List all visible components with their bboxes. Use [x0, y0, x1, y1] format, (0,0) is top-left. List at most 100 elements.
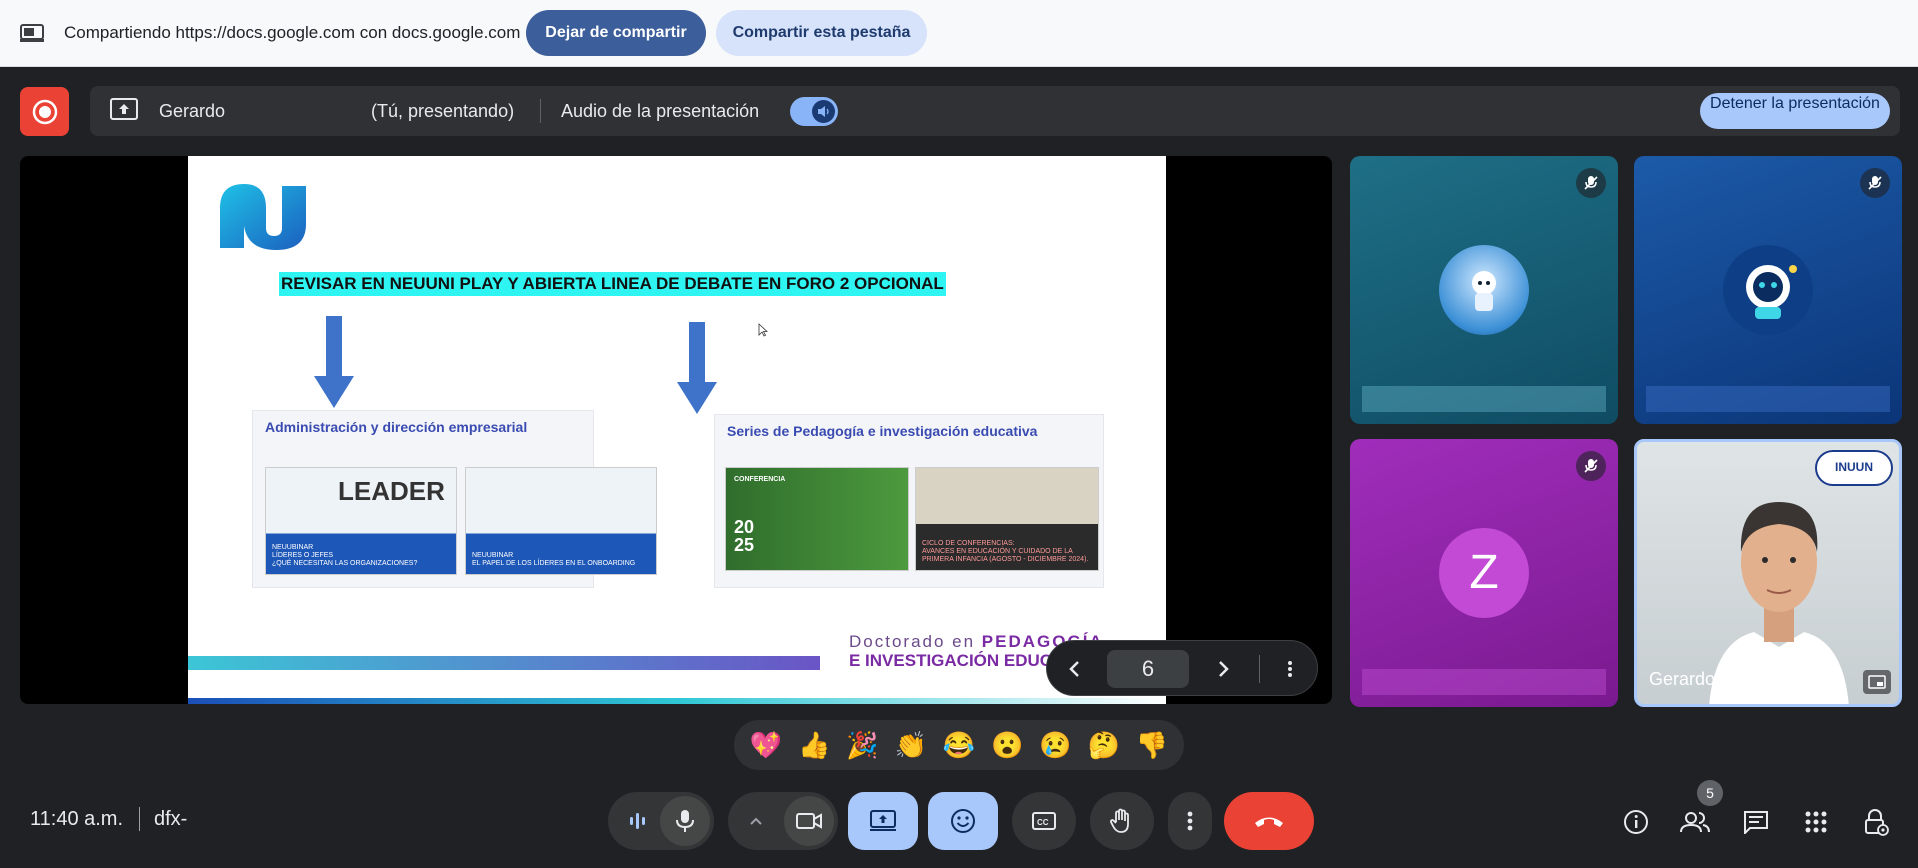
meeting-code: dfx-	[154, 808, 188, 830]
next-slide-button[interactable]	[1207, 653, 1239, 685]
participant-tile[interactable]: Z	[1350, 439, 1618, 707]
presentation-audio-toggle[interactable]	[790, 97, 838, 126]
raise-hand-icon	[1110, 808, 1129, 833]
reaction-sad[interactable]: 😢	[1039, 730, 1071, 761]
reaction-clap[interactable]: 👏	[895, 730, 927, 761]
camera-button[interactable]	[784, 796, 834, 846]
microphone-button[interactable]	[660, 796, 710, 846]
reaction-sparkling-heart[interactable]: 💖	[750, 730, 782, 761]
present-icon	[870, 810, 896, 831]
mouse-cursor-icon	[758, 323, 768, 337]
presented-slide: REVISAR EN NEUUNI PLAY Y ABIERTA LINEA D…	[188, 156, 1166, 704]
participant-name-bar	[1362, 386, 1606, 412]
tab-sharing-icon	[20, 24, 44, 42]
participant-avatar	[1723, 245, 1813, 335]
reaction-thumbs-down[interactable]: 👎	[1136, 730, 1168, 761]
video-settings-button[interactable]	[736, 796, 776, 846]
meeting-details-button[interactable]	[1616, 802, 1656, 842]
participant-avatar	[1439, 245, 1529, 335]
presenting-status: (Tú, presentando)	[371, 101, 515, 121]
screen-share-icon	[110, 98, 138, 120]
admin-panel: Administración y dirección empresarial L…	[252, 410, 657, 588]
svg-text:CC: CC	[1037, 818, 1049, 827]
slide-page-number[interactable]: 6	[1107, 650, 1189, 688]
camera-icon	[796, 813, 822, 829]
chevron-left-icon	[1069, 661, 1079, 677]
audio-settings-button[interactable]	[614, 796, 660, 846]
meeting-clock: 11:40 a.m.	[30, 808, 124, 830]
slide-navigation: 6	[1046, 640, 1318, 696]
more-vert-icon	[1187, 811, 1193, 831]
participant-name-bar	[1362, 669, 1606, 695]
conference-card-label: CICLO DE CONFERENCIAS: AVANCES EN EDUCAC…	[922, 540, 1089, 563]
organization-badge: INUUN	[1815, 450, 1893, 486]
mic-off-icon	[1860, 168, 1890, 198]
end-call-icon	[1255, 817, 1283, 827]
host-controls-button[interactable]	[1856, 802, 1896, 842]
leader-text: LEADER	[338, 476, 445, 506]
sharing-status-text: Compartiendo https://docs.google.com con…	[64, 23, 521, 42]
reactions-tray: 💖 👍 🎉 👏 😂 😮 😢 🤔 👎	[734, 720, 1184, 770]
previous-slide-button[interactable]	[1059, 653, 1091, 685]
admin-panel-title: Administración y dirección empresarial	[265, 419, 528, 435]
captions-button[interactable]: CC	[1012, 792, 1076, 850]
reaction-laugh[interactable]: 😂	[943, 730, 975, 761]
participant-count-badge: 5	[1697, 780, 1723, 806]
participant-tile[interactable]	[1350, 156, 1618, 424]
decorative-stripe	[188, 656, 820, 670]
chat-icon	[1744, 811, 1768, 834]
pedagogy-panel-title: Series de Pedagogía e investigación educ…	[727, 423, 1038, 439]
webinar-card-label: NEUUBINAR LÍDERES O JEFES ¿QUÉ NECESITAN…	[272, 544, 418, 567]
divider	[540, 99, 541, 123]
mic-off-icon	[1576, 451, 1606, 481]
more-options-button[interactable]	[1168, 792, 1212, 850]
reactions-button[interactable]	[928, 792, 998, 850]
reaction-thumbs-up[interactable]: 👍	[798, 730, 830, 761]
emoji-icon	[951, 809, 975, 833]
reaction-thinking[interactable]: 🤔	[1087, 730, 1119, 761]
reaction-surprised[interactable]: 😮	[991, 730, 1023, 761]
presentation-bar: Gerardo (Tú, presentando) Audio de la pr…	[90, 86, 1900, 136]
present-now-button[interactable]	[848, 792, 918, 850]
participant-tile[interactable]	[1634, 156, 1902, 424]
participant-initial-avatar: Z	[1439, 528, 1529, 618]
divider	[139, 807, 140, 831]
sharing-notification-bar: Compartiendo https://docs.google.com con…	[0, 0, 1918, 67]
decorative-bottom-line	[188, 698, 1166, 704]
presentation-stage: REVISAR EN NEUUNI PLAY Y ABIERTA LINEA D…	[20, 156, 1332, 704]
speaker-icon	[812, 100, 835, 123]
share-this-tab-button[interactable]: Compartir esta pestaña	[716, 10, 927, 56]
webinar-card: NEUUBINAR EL PAPEL DE LOS LÍDERES EN EL …	[465, 467, 657, 575]
apps-icon	[1805, 811, 1827, 833]
chat-button[interactable]	[1736, 802, 1776, 842]
leave-call-button[interactable]	[1224, 792, 1314, 850]
recording-button[interactable]	[20, 87, 69, 136]
presentation-audio-label: Audio de la presentación	[561, 101, 760, 121]
people-button[interactable]	[1675, 802, 1715, 842]
mic-control-group	[608, 792, 714, 850]
down-arrow-icon	[677, 322, 717, 414]
participant-tile-self[interactable]: INUUN Gerardo	[1634, 439, 1902, 707]
picture-in-picture-icon[interactable]	[1863, 670, 1891, 694]
info-icon	[1624, 810, 1648, 834]
stop-presenting-button[interactable]: Detener la presentación	[1700, 93, 1890, 129]
neuuni-logo	[220, 184, 306, 250]
webinar-card-label: NEUUBINAR EL PAPEL DE LOS LÍDERES EN EL …	[472, 552, 636, 567]
divider	[1259, 655, 1260, 683]
stop-sharing-button[interactable]: Dejar de compartir	[526, 10, 706, 56]
participant-name-bar	[1646, 386, 1890, 412]
slide-more-options-button[interactable]	[1274, 653, 1306, 685]
conference-year: 20 25	[734, 517, 755, 555]
captions-icon: CC	[1032, 812, 1056, 830]
down-arrow-icon	[314, 316, 354, 408]
pedagogy-panel: Series de Pedagogía e investigación educ…	[714, 414, 1104, 588]
mic-icon	[676, 810, 694, 832]
reaction-party[interactable]: 🎉	[846, 730, 878, 761]
record-icon	[32, 99, 57, 124]
raise-hand-button[interactable]	[1090, 792, 1154, 850]
people-icon	[1680, 812, 1710, 833]
activities-button[interactable]	[1796, 802, 1836, 842]
camera-control-group	[728, 792, 838, 850]
conference-label: CONFERENCIA	[734, 476, 786, 483]
presenter-name: Gerardo	[159, 101, 226, 121]
